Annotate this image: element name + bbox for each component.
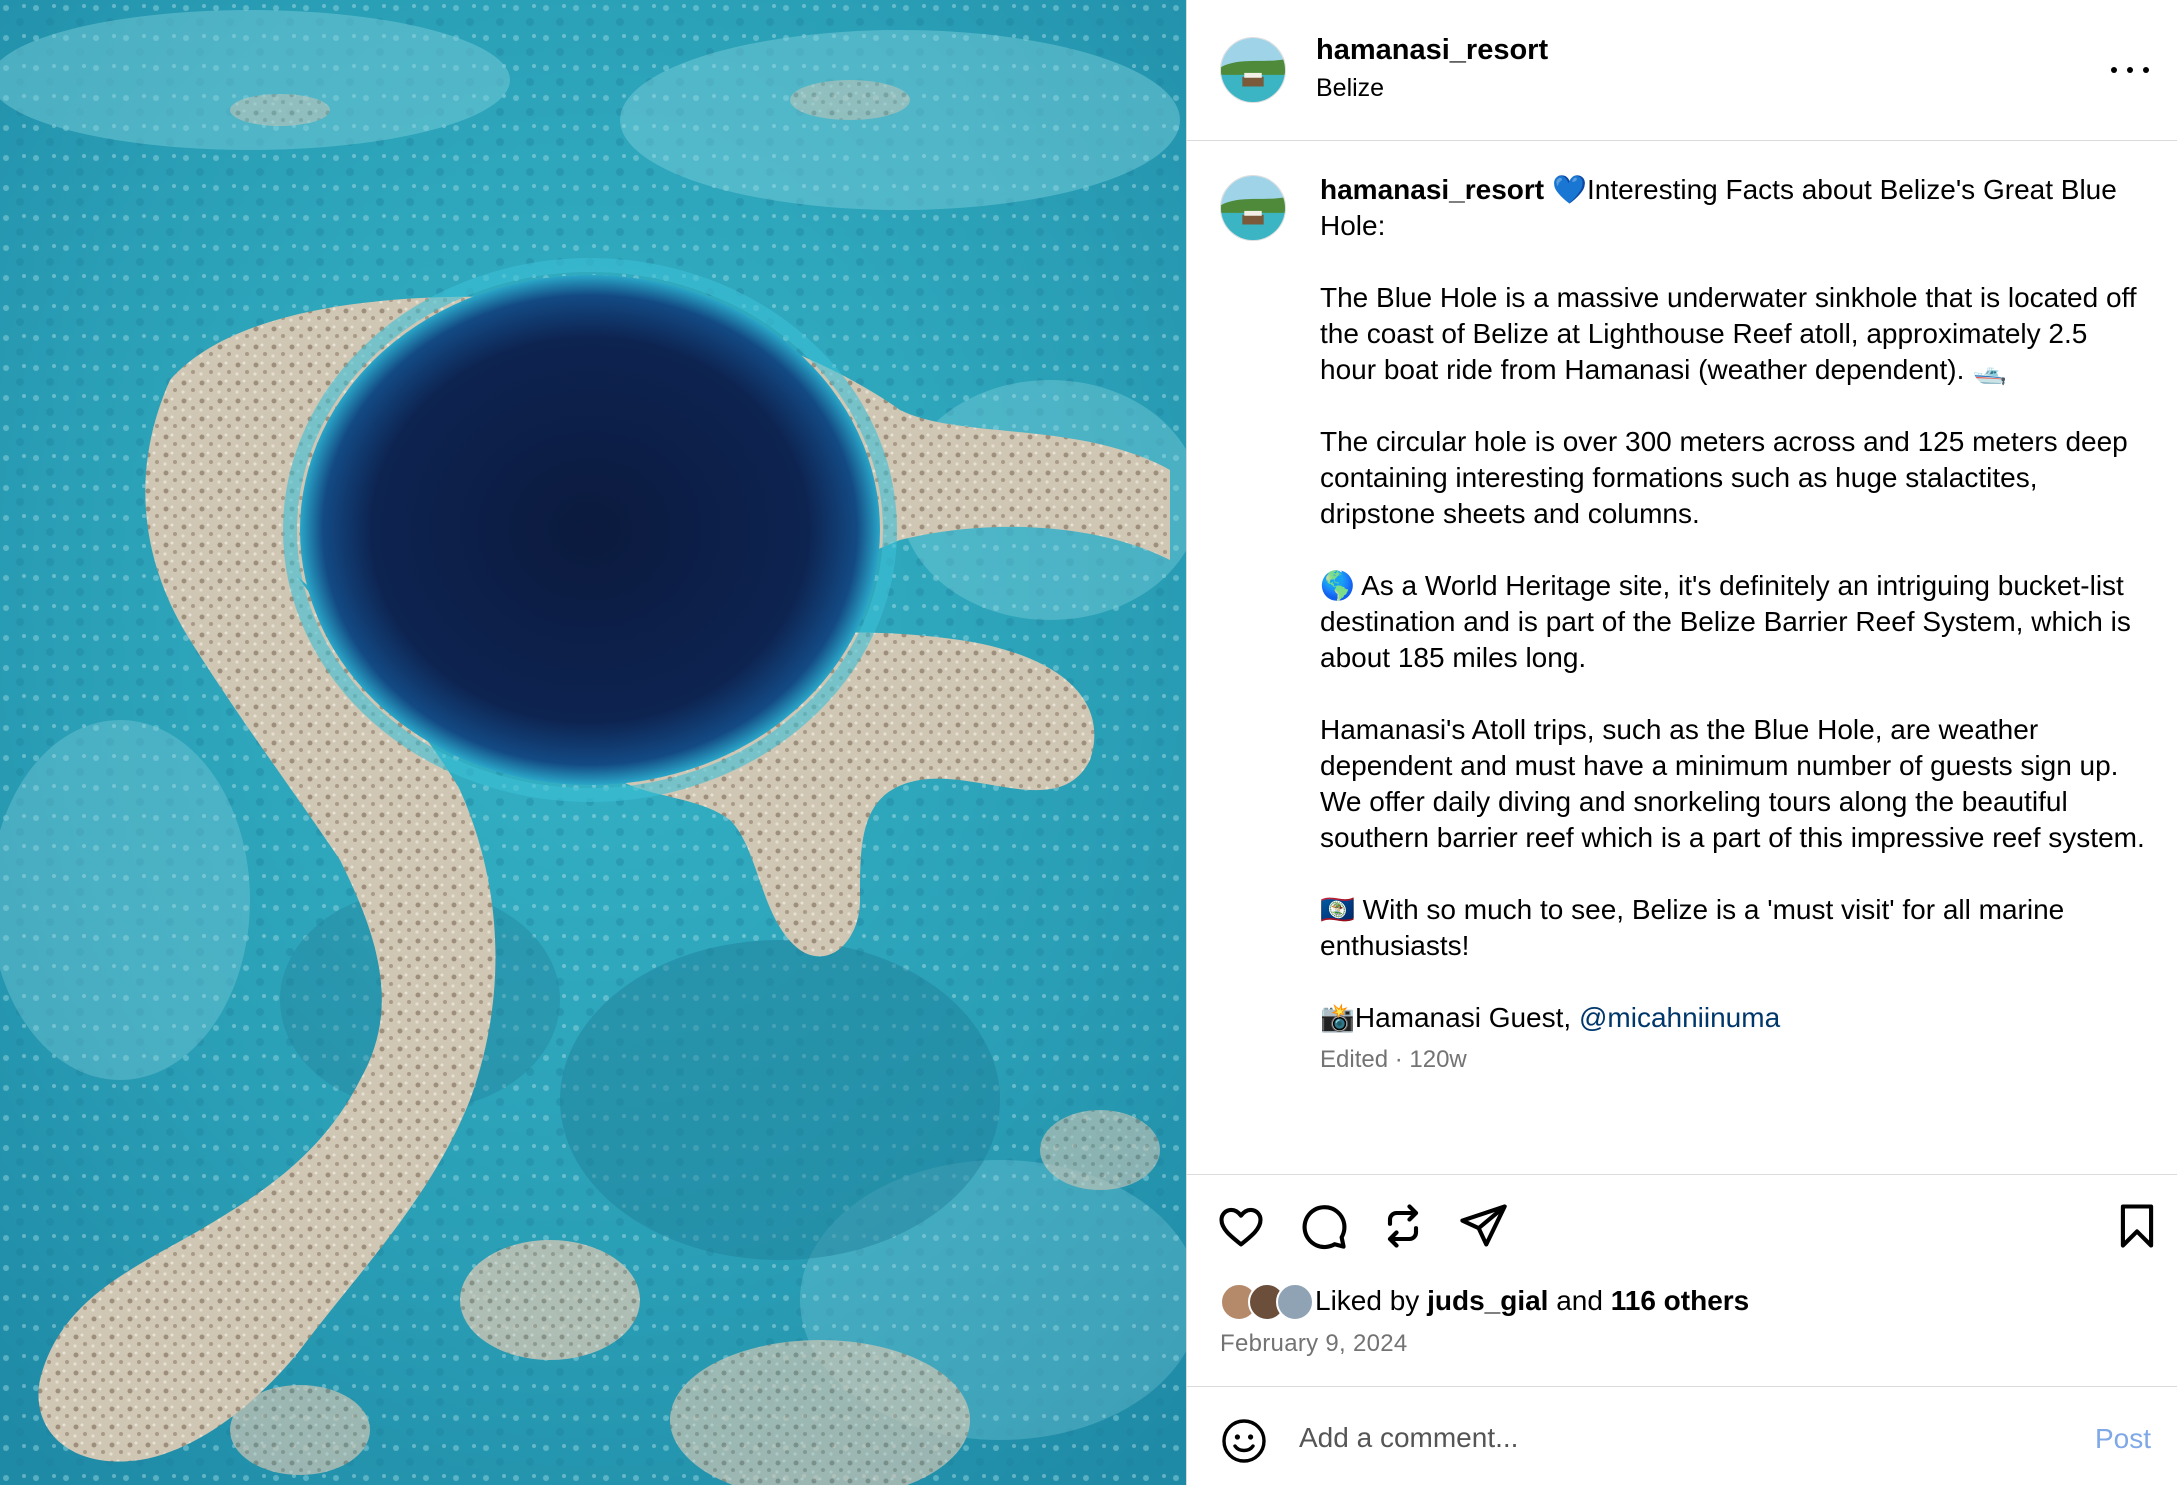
post-comment-button[interactable]: Post [2095,1423,2151,1455]
photo-credit: 📸Hamanasi Guest, @micahniinuma [1320,1000,2150,1036]
blue-hole-aerial-image [0,0,1186,1485]
post-side-panel: hamanasi_resort Belize hamanasi_resort 💙I… [1186,0,2177,1485]
caption-paragraph: The circular hole is over 300 meters acr… [1320,426,2128,529]
post-header: hamanasi_resort Belize [1187,0,2177,141]
action-divider [1187,1174,2177,1175]
meta-separator: · [1388,1046,1410,1073]
comment-bar: Post [1187,1386,2177,1485]
resort-avatar-image [1221,176,1285,240]
header-username[interactable]: hamanasi_resort [1316,34,1548,67]
caption-paragraph: The Blue Hole is a massive underwater si… [1320,282,2137,385]
resort-avatar-image [1221,38,1285,102]
likes-others-link[interactable]: 116 others [1611,1285,1750,1316]
liker-username-link[interactable]: juds_gial [1427,1285,1548,1316]
caption-username[interactable]: hamanasi_resort [1320,174,1544,205]
caption-area: hamanasi_resort 💙Interesting Facts about … [1187,142,2177,1174]
caption-paragraph: Hamanasi's Atoll trips, such as the Blue… [1320,714,2145,853]
heart-icon[interactable] [1215,1200,1267,1252]
comment-input[interactable] [1299,1413,2059,1463]
more-options-icon[interactable] [2107,50,2153,90]
caption-meta: Edited · 120w [1320,1042,2150,1078]
liker-avatars[interactable] [1220,1283,1320,1321]
comment-peek [1220,1166,2120,1174]
credit-mention-link[interactable]: @micahniinuma [1579,1002,1780,1033]
edited-label: Edited [1320,1046,1389,1073]
comment-bubble-icon[interactable] [1297,1200,1349,1252]
credit-prefix: 📸Hamanasi Guest, [1320,1002,1579,1033]
likes-text: Liked by juds_gial and 116 others [1315,1285,1749,1317]
likes-row: Liked by juds_gial and 116 others [1220,1281,2120,1321]
caption-text: hamanasi_resort 💙Interesting Facts about … [1320,172,2150,1078]
caption-paragraph: 🇧🇿 With so much to see, Belize is a 'mus… [1320,894,2065,961]
post-age[interactable]: 120w [1409,1046,1466,1073]
header-location[interactable]: Belize [1316,74,1384,103]
caption-paragraph: 🌎 As a World Heritage site, it's definit… [1320,570,2131,673]
profile-avatar[interactable] [1220,37,1286,103]
likes-prefix: Liked by [1315,1285,1428,1316]
liker-avatar [1276,1283,1314,1321]
send-icon[interactable] [1457,1200,1509,1252]
caption-avatar[interactable] [1220,175,1286,241]
post-date[interactable]: February 9, 2024 [1220,1330,1408,1358]
likes-middle: and [1548,1285,1611,1316]
smiley-icon[interactable] [1220,1417,1268,1465]
repost-icon[interactable] [1377,1200,1429,1252]
post-photo[interactable] [0,0,1186,1485]
bookmark-icon[interactable] [2111,1200,2163,1252]
